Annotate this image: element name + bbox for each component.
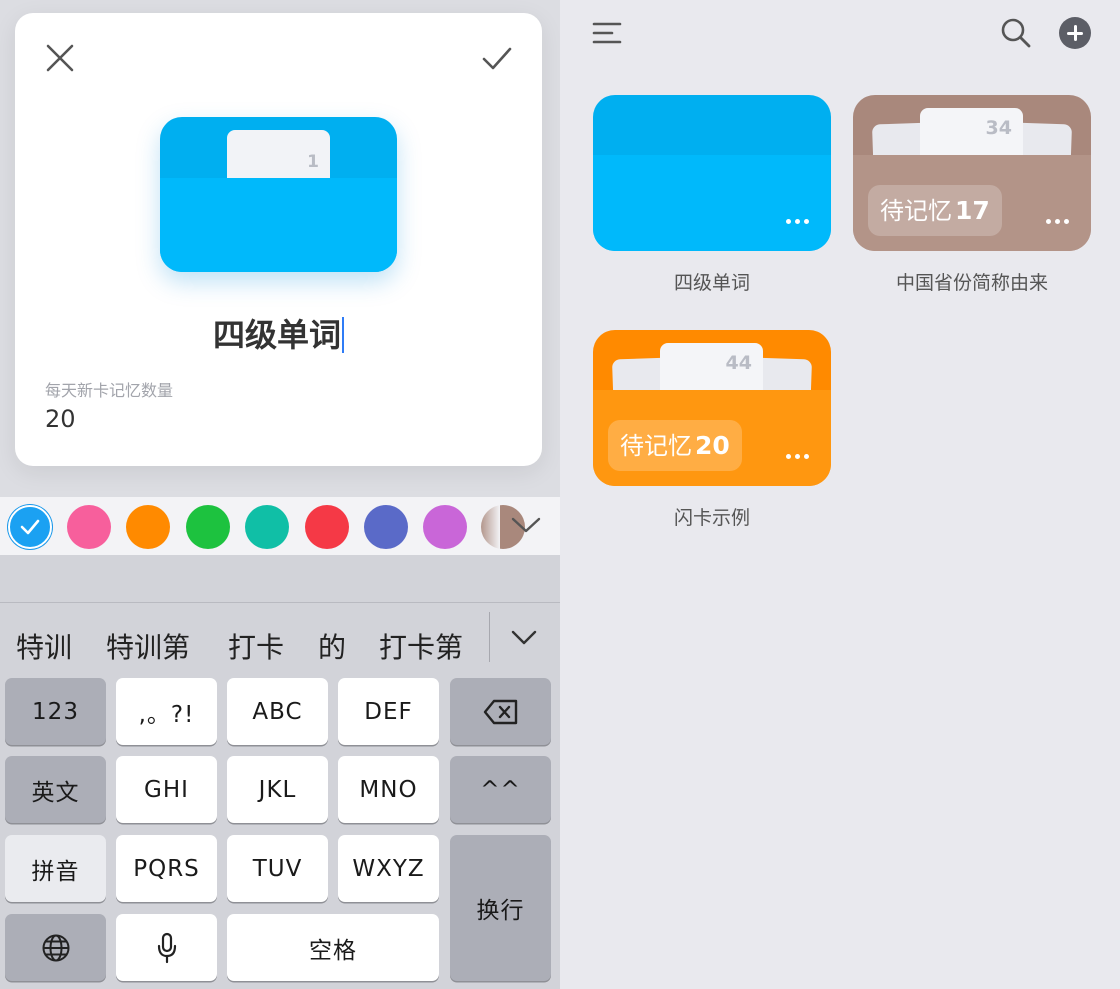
color-swatch[interactable] (364, 505, 408, 549)
add-icon[interactable] (1059, 17, 1091, 49)
backspace-icon (483, 699, 517, 724)
deck-name: 闪卡示例 (673, 507, 750, 529)
daily-new-cards-field[interactable]: 20 (45, 405, 76, 433)
microphone-icon (157, 932, 176, 963)
deck-list-screen: 四级单词 34 待记忆 17 中国省份简称由来 44 待记忆 20 闪卡示例 (560, 0, 1120, 989)
key-globe[interactable] (5, 914, 106, 981)
key-punctuation[interactable]: ,。?! (116, 678, 217, 745)
due-label: 待记忆 (880, 197, 952, 225)
color-swatch[interactable] (423, 505, 467, 549)
more-icon[interactable] (1046, 219, 1069, 224)
color-swatch-selected[interactable] (8, 505, 52, 549)
text-cursor (342, 317, 344, 353)
candidate-word[interactable]: 打卡 (228, 626, 284, 666)
more-icon[interactable] (786, 219, 809, 224)
more-icon[interactable] (786, 454, 809, 459)
card-count: 34 (985, 117, 1012, 139)
due-count: 20 (695, 431, 730, 460)
deck-pocket (593, 155, 831, 251)
due-badge: 待记忆 17 (868, 185, 1002, 236)
deck-pocket (160, 178, 397, 272)
keyboard-input-strip (0, 555, 560, 603)
deck-editor-screen: 1 四级单词 每天新卡记忆数量 20 特训 特训第 打卡 的 打卡第 123 ,… (0, 0, 560, 989)
key-emoticon[interactable]: ^^ (450, 756, 551, 823)
deck-card[interactable] (593, 95, 831, 251)
deck-editor-card: 1 四级单词 每天新卡记忆数量 20 (15, 13, 542, 466)
candidate-word[interactable]: 特训 (16, 626, 72, 666)
checkmark-icon (20, 519, 40, 535)
deck-name: 中国省份简称由来 (895, 272, 1048, 294)
deck-card[interactable]: 34 待记忆 17 (853, 95, 1091, 251)
card-count: 44 (725, 352, 752, 374)
due-count: 17 (955, 196, 990, 225)
key-space[interactable]: 空格 (227, 914, 439, 981)
key-return[interactable]: 换行 (450, 835, 551, 981)
candidate-word[interactable]: 打卡第 (379, 626, 463, 666)
deck-card[interactable]: 44 待记忆 20 (593, 330, 831, 486)
card-count: 1 (307, 152, 319, 172)
key-123[interactable]: 123 (5, 678, 106, 745)
backspace-key[interactable] (450, 678, 551, 745)
search-icon[interactable] (1000, 17, 1032, 49)
key-microphone[interactable] (116, 914, 217, 981)
color-swatch[interactable] (126, 505, 170, 549)
key-pqrs[interactable]: PQRS (116, 835, 217, 902)
deck-name-input[interactable]: 四级单词 (15, 310, 542, 356)
color-picker (0, 497, 560, 555)
close-icon[interactable] (45, 43, 75, 73)
checkmark-icon[interactable] (481, 43, 513, 73)
key-jkl[interactable]: JKL (227, 756, 328, 823)
deck-preview: 1 (160, 117, 397, 272)
candidate-word[interactable]: 特训第 (106, 626, 190, 666)
chevron-down-icon[interactable] (508, 628, 540, 648)
color-swatch[interactable] (67, 505, 111, 549)
divider (489, 612, 490, 662)
color-swatch[interactable] (305, 505, 349, 549)
key-pinyin[interactable]: 拼音 (5, 835, 106, 902)
globe-icon (42, 934, 69, 961)
menu-icon[interactable] (592, 21, 622, 45)
daily-new-cards-label: 每天新卡记忆数量 (45, 381, 174, 400)
candidate-bar: 特训 特训第 打卡 的 打卡第 (0, 604, 560, 674)
key-wxyz[interactable]: WXYZ (338, 835, 439, 902)
deck-name: 四级单词 (673, 272, 750, 294)
key-abc[interactable]: ABC (227, 678, 328, 745)
due-label: 待记忆 (620, 432, 692, 460)
color-swatch[interactable] (245, 505, 289, 549)
key-def[interactable]: DEF (338, 678, 439, 745)
color-swatch[interactable] (186, 505, 230, 549)
scroll-fade (478, 497, 500, 555)
keyboard: 特训 特训第 打卡 的 打卡第 123 ,。?! ABC DEF 英文 GHI … (0, 555, 560, 989)
chevron-down-icon[interactable] (510, 515, 542, 535)
key-ghi[interactable]: GHI (116, 756, 217, 823)
key-tuv[interactable]: TUV (227, 835, 328, 902)
deck-name-text: 四级单词 (212, 316, 341, 354)
due-badge: 待记忆 20 (608, 420, 742, 471)
candidate-word[interactable]: 的 (318, 626, 346, 666)
key-english[interactable]: 英文 (5, 756, 106, 823)
key-mno[interactable]: MNO (338, 756, 439, 823)
